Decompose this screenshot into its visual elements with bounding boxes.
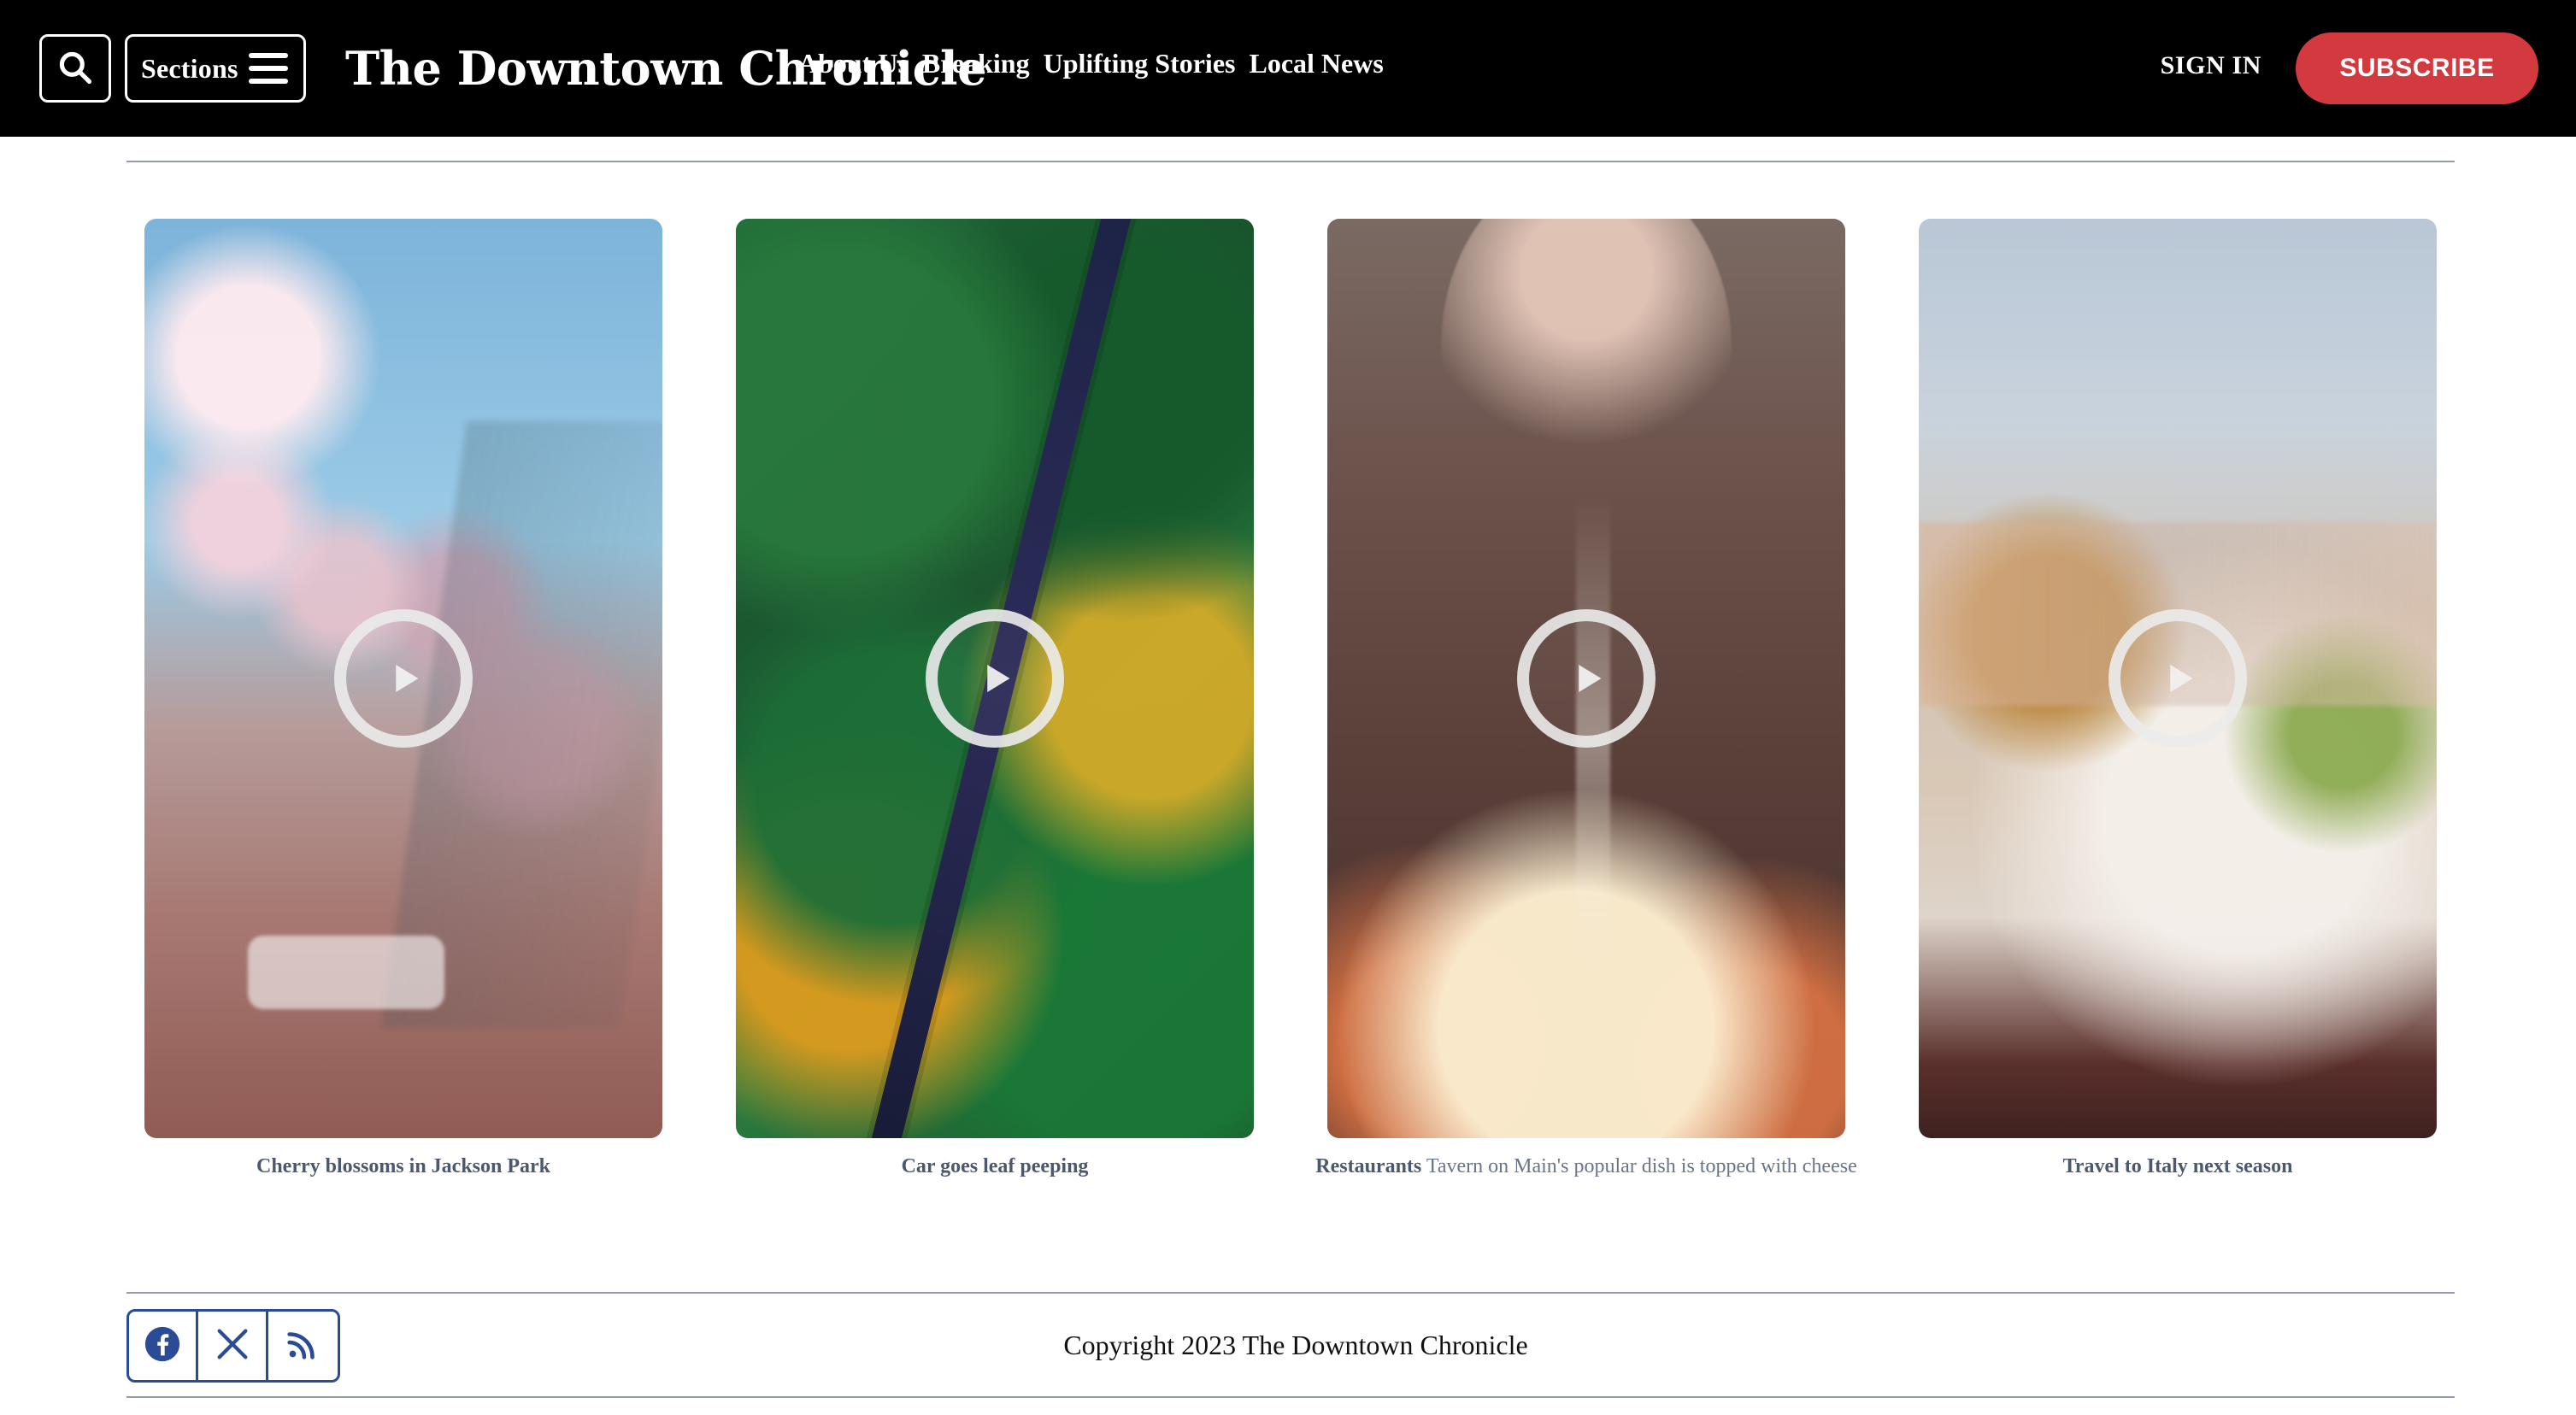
rss-link[interactable]	[268, 1312, 338, 1380]
rss-icon	[283, 1324, 322, 1368]
nav-link-breaking[interactable]: Breaking	[922, 48, 1030, 79]
play-icon[interactable]	[2108, 609, 2247, 748]
x-icon	[213, 1324, 252, 1368]
facebook-icon	[143, 1324, 182, 1368]
hamburger-icon	[249, 53, 288, 84]
facebook-link[interactable]	[129, 1312, 199, 1380]
sections-label: Sections	[141, 52, 238, 84]
play-icon[interactable]	[1517, 609, 1656, 748]
video-card[interactable]	[144, 219, 662, 1138]
nav-link-uplifting-stories[interactable]: Uplifting Stories	[1044, 48, 1236, 79]
footer-bottom-divider	[126, 1396, 2455, 1398]
video-caption: Car goes leaf peeping	[901, 1155, 1089, 1177]
video-card[interactable]	[736, 219, 1254, 1138]
video-card[interactable]	[1919, 219, 2437, 1138]
video-caption: Travel to Italy next season	[2062, 1155, 2293, 1177]
search-button[interactable]	[39, 34, 111, 103]
search-icon	[56, 49, 94, 89]
sign-in-link[interactable]: SIGN IN	[2161, 51, 2261, 80]
play-icon[interactable]	[334, 609, 473, 748]
top-navigation-bar: Sections The Downtown Chronicle About Us…	[0, 0, 2576, 137]
sections-menu-button[interactable]: Sections	[125, 34, 306, 103]
video-card[interactable]	[1327, 219, 1845, 1138]
video-grid: Cherry blossoms in Jackson Park Car goes…	[144, 219, 2437, 1201]
subscribe-button[interactable]: SUBSCRIBE	[2296, 32, 2538, 104]
video-caption: Cherry blossoms in Jackson Park	[256, 1155, 551, 1177]
header-divider	[126, 161, 2455, 162]
video-caption: Restaurants Tavern on Main's popular dis…	[1315, 1155, 1857, 1177]
nav-link-about-us[interactable]: About Us	[798, 48, 909, 79]
social-links	[126, 1309, 340, 1383]
nav-link-local-news[interactable]: Local News	[1249, 48, 1383, 79]
copyright-text: Copyright 2023 The Downtown Chronicle	[1063, 1330, 1528, 1360]
primary-nav: About Us Breaking Uplifting Stories Loca…	[798, 48, 1384, 79]
x-link[interactable]	[198, 1312, 268, 1380]
footer-divider	[126, 1292, 2455, 1294]
play-icon[interactable]	[926, 609, 1064, 748]
